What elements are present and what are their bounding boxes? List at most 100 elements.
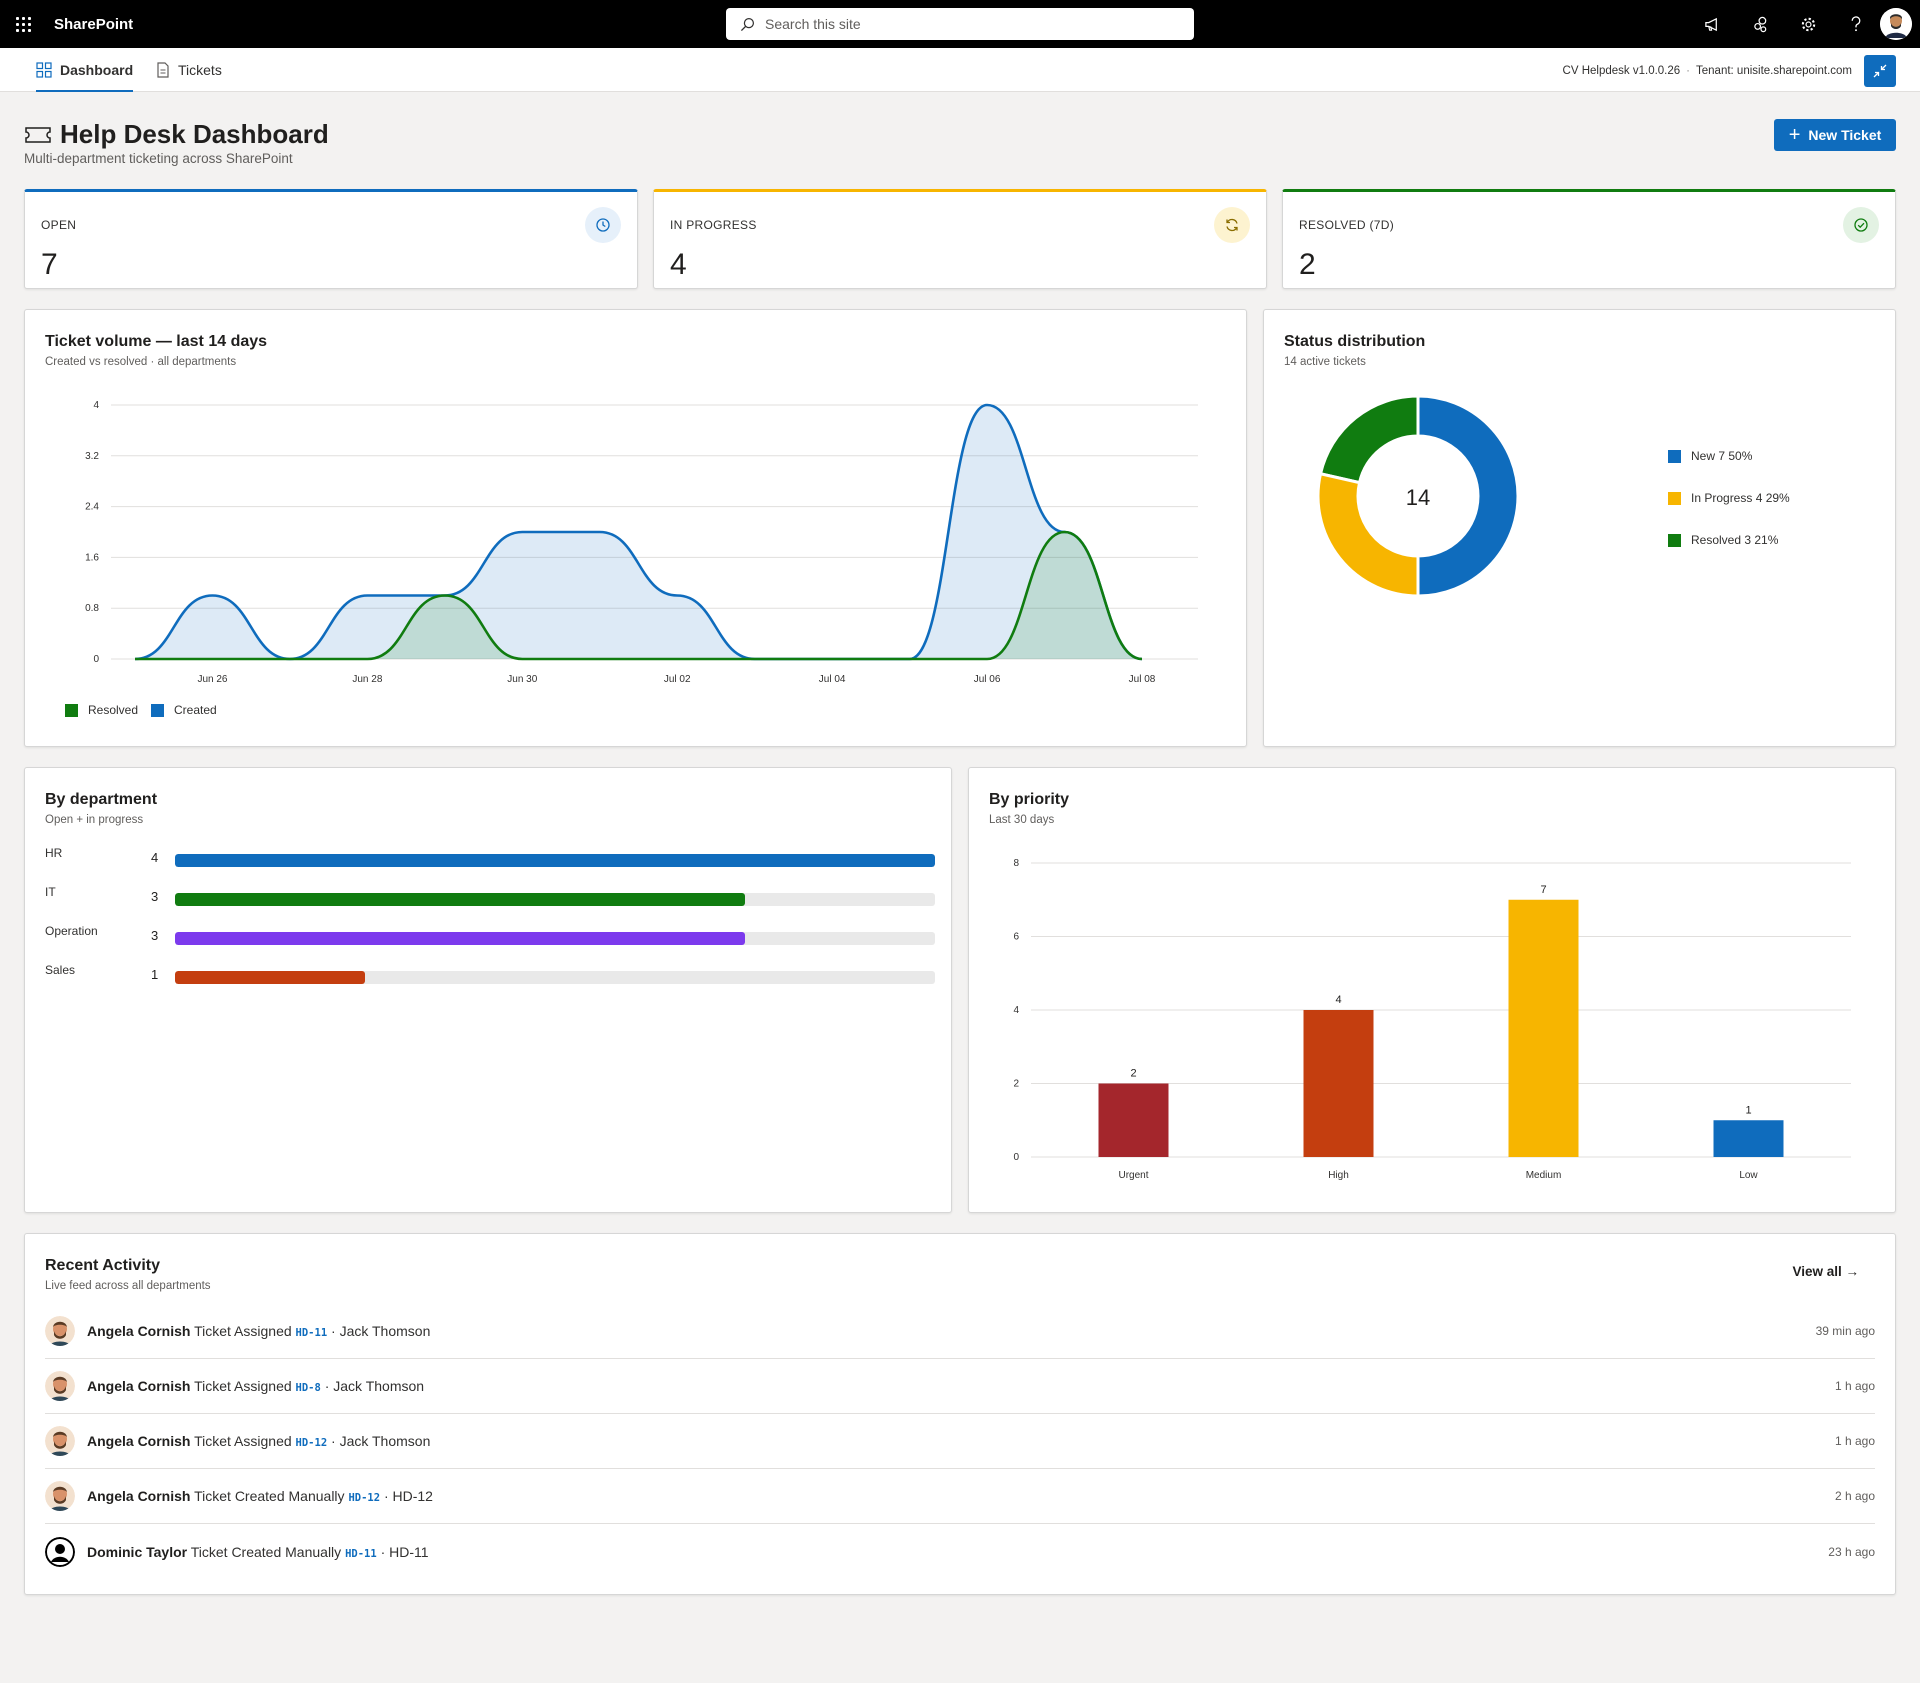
department-bar-fill [175, 932, 745, 945]
x-tick-label: Jun 26 [197, 674, 227, 685]
priority-bar-low[interactable] [1713, 1120, 1784, 1157]
legend-item-in-progress[interactable]: In Progress 4 29% [1668, 491, 1790, 505]
user-avatar[interactable] [1880, 8, 1912, 40]
department-bar-track [175, 893, 935, 906]
x-tick-label: Medium [1526, 1170, 1562, 1181]
new-ticket-button[interactable]: + New Ticket [1774, 119, 1896, 151]
suite-bar: SharePoint Search this site [0, 0, 1920, 48]
legend-label: Created [174, 703, 217, 717]
activity-ticket-link[interactable]: HD-11 [296, 1327, 328, 1339]
search-icon [740, 17, 755, 31]
by-priority-card: By priority Last 30 days 0 2 4 6 8 2 Urgent 4 Hi… [968, 767, 1896, 1213]
status-donut-chart: 14 [1316, 394, 1520, 598]
bar-value-label: 1 [1745, 1104, 1751, 1116]
ticket-icon [25, 126, 51, 143]
sharepoint-share-icon[interactable] [1736, 0, 1784, 48]
ticket-volume-chart: 0 0.8 1.6 2.4 3.2 4 Jun 26 Jun 28 Jun 30 Jul 02 Ju… [85, 400, 1198, 685]
activity-ticket-link[interactable]: HD-12 [348, 1492, 380, 1504]
activity-text: Angela Cornish Ticket Assigned HD-11 · J… [87, 1323, 430, 1339]
page-title: Help Desk Dashboard [24, 119, 329, 150]
activity-action: Ticket Assigned [194, 1378, 292, 1394]
y-tick-label: 3.2 [85, 451, 99, 462]
x-tick-label: Jul 04 [819, 674, 846, 685]
card-subtitle: Live feed across all departments [45, 1280, 211, 1292]
activity-user: Dominic Taylor [87, 1543, 188, 1560]
activity-detail: · Jack Thomson [324, 1378, 425, 1394]
department-count: 3 [151, 889, 159, 904]
activity-time: 39 min ago [1815, 1324, 1875, 1338]
activity-row[interactable]: Dominic Taylor Ticket Created Manually H… [45, 1524, 1875, 1579]
activity-ticket-link[interactable]: HD-11 [345, 1548, 377, 1560]
activity-avatar [45, 1536, 75, 1567]
kpi-value: 7 [41, 248, 58, 281]
legend-label: Resolved 3 21% [1691, 533, 1779, 547]
card-title: By department [45, 791, 158, 808]
priority-bar-medium[interactable] [1508, 899, 1579, 1157]
legend-swatch [1668, 491, 1681, 505]
kpi-label: IN PROGRESS [670, 218, 757, 232]
legend-swatch [1668, 533, 1681, 547]
app-nav: Dashboard Tickets CV Helpdesk v1.0.0.26 … [0, 48, 1920, 92]
search-placeholder: Search this site [765, 16, 861, 32]
activity-action: Ticket Created Manually [194, 1488, 345, 1504]
department-bar-track [175, 854, 935, 867]
megaphone-icon[interactable] [1688, 0, 1736, 48]
legend-item-created[interactable]: Created [151, 703, 217, 717]
x-tick-label: Jun 28 [352, 674, 382, 685]
tab-dashboard[interactable]: Dashboard [36, 48, 134, 92]
activity-user: Angela Cornish [87, 1433, 191, 1449]
help-icon[interactable] [1832, 0, 1880, 48]
settings-gear-icon[interactable] [1784, 0, 1832, 48]
search-box[interactable]: Search this site [726, 8, 1194, 40]
donut-center-value: 14 [1406, 485, 1430, 510]
kpi-card-resolved: RESOLVED (7D) 2 [1282, 189, 1896, 289]
kpi-label: OPEN [41, 218, 77, 232]
app-launcher-icon[interactable] [0, 0, 46, 48]
brand-name[interactable]: SharePoint [54, 16, 133, 33]
y-tick-label: 2 [1013, 1079, 1019, 1090]
by-department-card: By department Open + in progress HR 4 IT… [24, 767, 952, 1213]
legend-swatch [151, 703, 164, 717]
activity-user: Angela Cornish [87, 1378, 191, 1394]
priority-bar-high[interactable] [1303, 1010, 1374, 1157]
donut-slice-resolved[interactable] [1318, 394, 1420, 485]
department-count: 1 [151, 967, 159, 982]
department-count: 3 [151, 928, 159, 943]
activity-row[interactable]: Angela Cornish Ticket Created Manually H… [45, 1469, 1875, 1524]
priority-bar-urgent[interactable] [1098, 1083, 1169, 1158]
activity-user: Angela Cornish [87, 1323, 191, 1339]
activity-detail: · HD-12 [383, 1488, 433, 1504]
app-version: CV Helpdesk v1.0.0.26 [1562, 65, 1681, 77]
view-all-link[interactable]: View all → [1792, 1264, 1859, 1279]
activity-detail: · HD-11 [380, 1543, 429, 1560]
activity-row[interactable]: Angela Cornish Ticket Assigned HD-11 · J… [45, 1304, 1875, 1359]
activity-avatar [45, 1481, 75, 1511]
activity-text: Angela Cornish Ticket Assigned HD-8 · Ja… [87, 1378, 424, 1394]
activity-detail: · Jack Thomson [331, 1433, 431, 1449]
kpi-card-in-progress: IN PROGRESS 4 [653, 189, 1267, 289]
activity-time: 1 h ago [1834, 1434, 1875, 1448]
activity-row[interactable]: Angela Cornish Ticket Assigned HD-12 · J… [45, 1414, 1875, 1469]
donut-slice-new[interactable] [1416, 394, 1520, 598]
legend-label: In Progress 4 29% [1691, 491, 1790, 505]
legend-item-new[interactable]: New 7 50% [1668, 449, 1752, 463]
activity-row[interactable]: Angela Cornish Ticket Assigned HD-8 · Ja… [45, 1359, 1875, 1414]
donut-slice-in[interactable] [1316, 471, 1420, 598]
status-distribution-card: Status distribution 14 active tickets 14… [1263, 309, 1896, 747]
y-tick-label: 0.8 [85, 603, 99, 614]
kpi-value: 4 [670, 248, 687, 281]
legend-item-resolved[interactable]: Resolved [65, 703, 138, 717]
legend-item-resolved[interactable]: Resolved 3 21% [1668, 533, 1778, 547]
tenant-label: Tenant: unisite.sharepoint.com [1696, 65, 1852, 77]
separator-dot: · [1686, 65, 1691, 77]
department-row-it: IT 3 [45, 885, 935, 906]
department-row-operation: Operation 3 [45, 924, 935, 945]
dashboard-grid-icon [36, 62, 52, 78]
activity-text: Dominic Taylor Ticket Created Manually H… [87, 1544, 429, 1560]
tab-tickets[interactable]: Tickets [156, 48, 222, 92]
activity-ticket-link[interactable]: HD-8 [296, 1382, 321, 1394]
activity-ticket-link[interactable]: HD-12 [296, 1437, 328, 1449]
collapse-button[interactable] [1864, 55, 1896, 87]
activity-avatar [45, 1426, 75, 1456]
y-tick-label: 6 [1013, 932, 1019, 943]
